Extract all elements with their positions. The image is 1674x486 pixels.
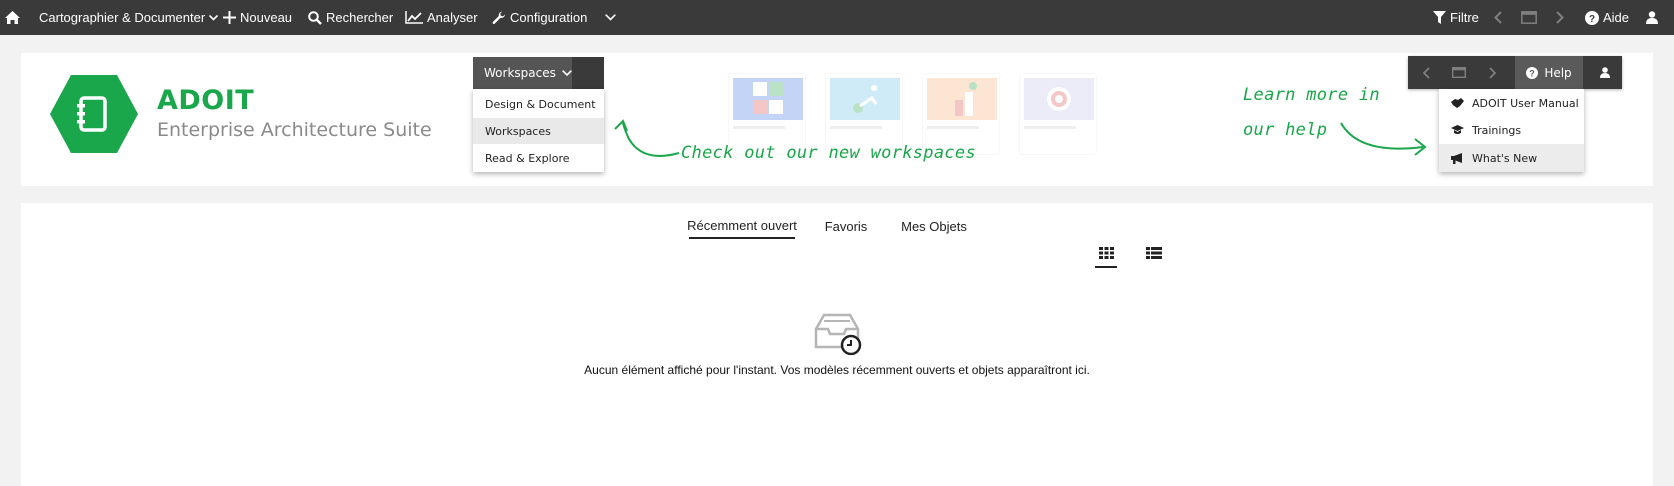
workspaces-label: Workspaces [484, 66, 556, 80]
rechercher-button[interactable]: Rechercher [308, 0, 393, 35]
top-toolbar: Cartographier & Documenter Nouveau Reche… [0, 0, 1674, 35]
help-label: Help [1544, 65, 1572, 80]
rechercher-label: Rechercher [326, 10, 394, 25]
menu-item-workspaces[interactable]: Workspaces [473, 118, 604, 144]
configuration-label: Configuration [510, 10, 588, 25]
chevron-down-icon [561, 70, 572, 76]
main-panel: Récemment ouvert Favoris Mes Objets Aucu… [21, 203, 1653, 486]
help-callout-line1: Learn more in [1243, 85, 1380, 105]
chevron-left-icon [1494, 11, 1502, 24]
window-button[interactable] [1521, 0, 1537, 35]
configuration-button[interactable]: Configuration [492, 0, 587, 35]
menu-item-label: What's New [1472, 151, 1538, 165]
search-icon [308, 10, 322, 25]
filtre-label: Filtre [1450, 10, 1479, 25]
workspaces-menu: Design & Document Workspaces Read & Expl… [473, 89, 604, 172]
help-button[interactable]: ? Help [1515, 56, 1583, 89]
menu-item-label: ADOIT User Manual [1472, 96, 1579, 110]
chevron-down-icon [209, 14, 219, 21]
filtre-button[interactable]: Filtre [1433, 0, 1479, 35]
workspaces-toggle[interactable]: Workspaces [473, 57, 572, 89]
forward-button[interactable] [1556, 0, 1564, 35]
list-view-icon [1146, 247, 1162, 259]
help-callout-line2: our help [1243, 120, 1328, 140]
question-circle-icon: ? [1526, 66, 1539, 79]
callout-arrow-icon [614, 119, 680, 157]
menu-item-label: Trainings [1472, 123, 1522, 137]
chevron-down-icon [605, 14, 616, 21]
menu-item-design-document[interactable]: Design & Document [473, 91, 604, 117]
chevron-right-icon [1488, 66, 1496, 79]
analyser-label: Analyser [427, 10, 478, 25]
nouveau-button[interactable]: Nouveau [223, 0, 292, 35]
workspaces-button[interactable]: Workspaces [473, 57, 604, 89]
help-user-button[interactable] [1590, 56, 1620, 89]
home-icon [5, 11, 20, 24]
app-title: ADOIT [157, 85, 255, 116]
window-icon [1521, 11, 1537, 24]
help-back-button[interactable] [1412, 56, 1440, 89]
chevron-left-icon [1422, 66, 1430, 79]
cartographier-menu[interactable]: Cartographier & Documenter [39, 0, 219, 35]
window-icon [1452, 67, 1466, 78]
callout-arrow-icon [1340, 122, 1427, 156]
grid-view-button[interactable] [1095, 244, 1117, 268]
help-toolbar: ? Help [1408, 56, 1622, 89]
help-menu: ADOIT User Manual Trainings What's New [1439, 89, 1584, 172]
plus-icon [223, 11, 236, 24]
home-button[interactable] [5, 0, 20, 35]
tab-favoris[interactable]: Favoris [821, 213, 871, 239]
user-icon [1646, 11, 1658, 24]
line-chart-icon [405, 11, 423, 24]
cartographier-label: Cartographier & Documenter [39, 10, 206, 25]
filter-icon [1433, 11, 1446, 24]
workspaces-callout: Check out our new workspaces [681, 143, 976, 163]
adoit-logo-icon [50, 75, 138, 153]
analyser-button[interactable]: Analyser [405, 0, 478, 35]
tab-mes-objets[interactable]: Mes Objets [898, 213, 970, 239]
list-view-button[interactable] [1143, 244, 1165, 268]
empty-inbox-clock-icon [814, 313, 862, 355]
help-window-button[interactable] [1444, 56, 1474, 89]
wrench-icon [492, 11, 505, 24]
chevron-right-icon [1556, 11, 1564, 24]
more-menu-button[interactable] [605, 0, 616, 35]
grid-view-icon [1098, 247, 1114, 259]
user-icon [1600, 67, 1610, 78]
nouveau-label: Nouveau [240, 10, 293, 25]
megaphone-icon [1451, 152, 1462, 164]
svg-text:?: ? [1530, 68, 1536, 78]
menu-item-whats-new[interactable]: What's New [1439, 144, 1584, 172]
aide-label: Aide [1603, 10, 1630, 25]
svg-text:?: ? [1589, 14, 1595, 25]
handshake-icon [1451, 98, 1464, 108]
workspace-thumbnail [1019, 73, 1097, 155]
tab-recemment-ouvert[interactable]: Récemment ouvert [687, 213, 797, 239]
menu-item-user-manual[interactable]: ADOIT User Manual [1439, 89, 1584, 117]
question-circle-icon: ? [1585, 10, 1599, 25]
graduation-cap-icon [1451, 125, 1464, 134]
menu-item-read-explore[interactable]: Read & Explore [473, 145, 604, 171]
aide-button[interactable]: ? Aide [1585, 0, 1629, 35]
help-forward-button[interactable] [1478, 56, 1506, 89]
menu-item-trainings[interactable]: Trainings [1439, 116, 1584, 144]
empty-state-message: Aucun élément affiché pour l'instant. Vo… [584, 363, 1090, 377]
back-button[interactable] [1494, 0, 1502, 35]
app-subtitle: Enterprise Architecture Suite [157, 119, 432, 141]
user-button[interactable] [1646, 0, 1658, 35]
